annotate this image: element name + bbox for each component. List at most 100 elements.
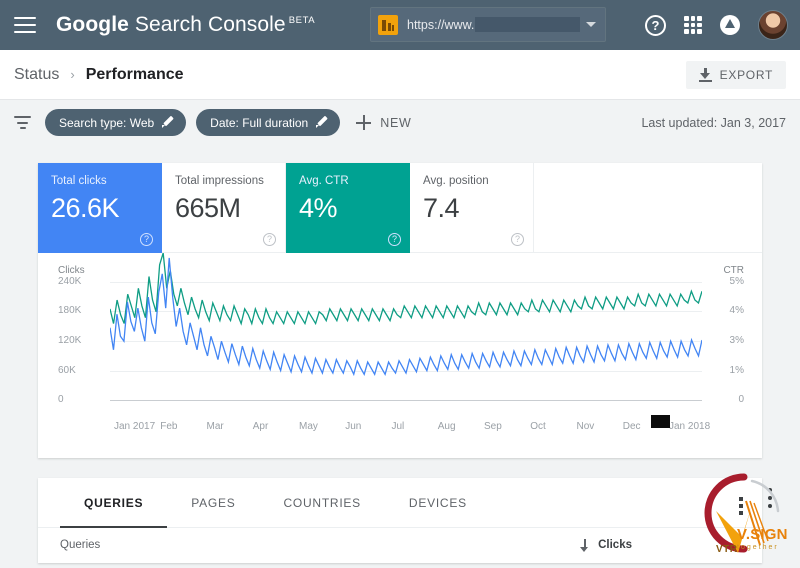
dimension-tabs: QUERIES PAGES COUNTRIES DEVICES	[38, 478, 762, 528]
y-tick-right: 3%	[730, 335, 744, 346]
y-tick-left: 240K	[58, 276, 81, 287]
x-tick: Feb	[160, 421, 177, 432]
tab-pages[interactable]: PAGES	[167, 478, 259, 528]
watermark-name: V.SIGN	[737, 527, 788, 542]
metric-label: Total clicks	[51, 175, 149, 187]
top-bar-actions: ?	[645, 0, 788, 50]
filter-chip-date[interactable]: Date: Full duration	[196, 109, 340, 136]
x-tick: Dec	[623, 421, 641, 432]
tab-queries[interactable]: QUERIES	[60, 478, 167, 528]
help-icon[interactable]: ?	[140, 233, 153, 246]
pencil-icon[interactable]	[316, 116, 329, 129]
apps-grid-icon[interactable]	[684, 16, 702, 34]
brand-product: Search Console	[129, 13, 286, 36]
metric-label: Total impressions	[175, 175, 272, 187]
x-tick: Oct	[530, 421, 546, 432]
metric-value: 26.6K	[51, 193, 149, 224]
help-icon[interactable]: ?	[645, 15, 666, 36]
app-logo[interactable]: Google Search ConsoleBETA	[56, 13, 315, 37]
last-updated-text: Last updated: Jan 3, 2017	[641, 116, 786, 130]
x-tick: Sep	[484, 421, 502, 432]
dimension-table-card: QUERIES PAGES COUNTRIES DEVICES Queries …	[38, 478, 762, 563]
chevron-down-icon[interactable]	[586, 22, 596, 27]
y-tick-right: 0	[738, 394, 744, 405]
hamburger-menu-icon[interactable]	[14, 17, 36, 33]
table-header-row: Queries Clicks	[38, 528, 762, 562]
y-tick-left: 180K	[58, 305, 81, 316]
x-tick: Jul	[392, 421, 405, 432]
x-tick: Aug	[438, 421, 456, 432]
property-site-icon	[378, 15, 398, 35]
filter-chip-search-type[interactable]: Search type: Web	[45, 109, 186, 136]
x-tick: May	[299, 421, 318, 432]
sort-descending-arrow-icon	[579, 539, 590, 552]
breadcrumb-separator: ›	[70, 67, 74, 82]
x-tick: Jun	[345, 421, 361, 432]
performance-chart-card: Total clicks 26.6K ? Total impressions 6…	[38, 163, 762, 458]
redaction-mark	[651, 415, 670, 428]
user-avatar[interactable]	[758, 10, 788, 40]
chart-series-svg	[110, 253, 702, 400]
y-tick-right: 5%	[730, 276, 744, 287]
column-header-clicks-label: Clicks	[598, 539, 632, 551]
filter-icon[interactable]	[14, 116, 31, 129]
export-button-label: EXPORT	[720, 68, 773, 82]
notification-bell-icon[interactable]	[720, 15, 740, 35]
right-axis-title: CTR	[723, 265, 744, 276]
metric-card-avg-ctr[interactable]: Avg. CTR 4% ?	[286, 163, 410, 253]
plus-icon	[356, 115, 371, 130]
metric-card-total-clicks[interactable]: Total clicks 26.6K ?	[38, 163, 162, 253]
y-tick-right: 1%	[730, 365, 744, 376]
new-filter-button[interactable]: NEW	[356, 115, 411, 130]
watermark-tagline: together	[737, 544, 788, 551]
breadcrumb-bar: Status › Performance EXPORT	[0, 50, 800, 100]
x-tick: Jan 2018	[669, 421, 710, 432]
pencil-icon[interactable]	[162, 116, 175, 129]
x-tick: Nov	[577, 421, 595, 432]
tab-countries[interactable]: COUNTRIES	[259, 478, 384, 528]
hamburger-bar	[14, 31, 36, 33]
filter-bar: Search type: Web Date: Full duration NEW…	[0, 100, 800, 145]
metric-value: 665M	[175, 193, 272, 224]
metric-label: Avg. CTR	[299, 175, 397, 187]
column-header-queries[interactable]: Queries	[60, 539, 100, 551]
help-icon[interactable]: ?	[388, 233, 401, 246]
filter-chip-label: Search type: Web	[59, 116, 154, 130]
property-url: https://www.	[407, 18, 474, 32]
y-tick-left: 60K	[58, 365, 76, 376]
y-tick-left: 0	[58, 394, 64, 405]
breadcrumb-parent[interactable]: Status	[14, 66, 59, 84]
help-icon[interactable]: ?	[263, 233, 276, 246]
metrics-filler	[534, 163, 762, 252]
metric-card-total-impressions[interactable]: Total impressions 665M ?	[162, 163, 286, 253]
y-tick-left: 120K	[58, 335, 81, 346]
watermark-mark: VTR	[716, 544, 738, 555]
property-url-redaction	[475, 17, 580, 32]
help-icon[interactable]: ?	[511, 233, 524, 246]
watermark-text: V.SIGN together	[737, 527, 788, 551]
metric-card-avg-position[interactable]: Avg. position 7.4 ?	[410, 163, 534, 253]
x-tick: Jan 2017	[114, 421, 155, 432]
property-selector[interactable]: https://www.	[370, 7, 606, 42]
filter-chip-label: Date: Full duration	[210, 116, 308, 130]
page-title: Performance	[86, 66, 184, 84]
hamburger-bar	[14, 17, 36, 19]
watermark-logo: VTR V.SIGN together	[682, 471, 798, 563]
metric-cards: Total clicks 26.6K ? Total impressions 6…	[38, 163, 762, 253]
export-button[interactable]: EXPORT	[686, 61, 786, 89]
brand-google: Google	[56, 13, 129, 36]
new-filter-label: NEW	[380, 116, 411, 130]
y-tick-right: 4%	[730, 305, 744, 316]
metric-value: 7.4	[423, 193, 520, 224]
series-line-ctr	[110, 253, 702, 324]
metric-label: Avg. position	[423, 175, 520, 187]
metric-value: 4%	[299, 193, 397, 224]
x-tick: Apr	[253, 421, 269, 432]
column-header-clicks[interactable]: Clicks	[579, 539, 632, 552]
left-axis-title: Clicks	[58, 265, 85, 276]
brand-beta-badge: BETA	[289, 15, 316, 26]
x-tick: Mar	[207, 421, 224, 432]
download-icon	[699, 68, 712, 82]
tab-devices[interactable]: DEVICES	[385, 478, 491, 528]
top-app-bar: Google Search ConsoleBETA https://www. ?	[0, 0, 800, 50]
